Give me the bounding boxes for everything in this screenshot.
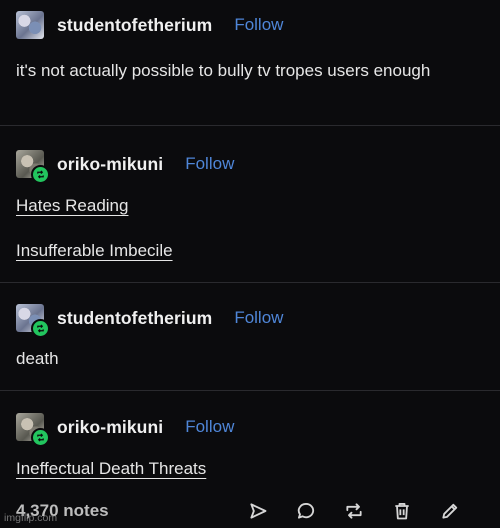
delete-icon[interactable] <box>378 497 426 525</box>
reblog-badge-icon <box>31 319 50 338</box>
avatar[interactable] <box>16 11 44 39</box>
post-header: studentofetherium Follow <box>16 302 283 338</box>
share-icon[interactable] <box>234 497 282 525</box>
tag-link[interactable]: Hates Reading <box>16 196 128 216</box>
follow-button[interactable]: Follow <box>185 417 234 437</box>
reply-icon[interactable] <box>282 497 330 525</box>
post-header: studentofetherium Follow <box>16 9 283 41</box>
follow-button[interactable]: Follow <box>234 308 283 328</box>
reblog-icon[interactable] <box>330 497 378 525</box>
post-header: oriko-mikuni Follow <box>16 148 234 184</box>
post-actions <box>234 497 474 525</box>
reblog-badge-icon <box>31 428 50 447</box>
divider <box>0 282 500 283</box>
follow-button[interactable]: Follow <box>185 154 234 174</box>
watermark: imgflip.com <box>4 512 58 524</box>
reblog-badge-icon <box>31 165 50 184</box>
username[interactable]: oriko-mikuni <box>57 154 163 175</box>
follow-button[interactable]: Follow <box>234 15 283 35</box>
post-body: it's not actually possible to bully tv t… <box>16 61 431 80</box>
tag-link[interactable]: Ineffectual Death Threats <box>16 459 206 479</box>
post-body: death <box>16 349 59 368</box>
edit-icon[interactable] <box>426 497 474 525</box>
tag-link[interactable]: Insufferable Imbecile <box>16 241 173 261</box>
avatar[interactable] <box>16 413 50 447</box>
divider <box>0 390 500 391</box>
username[interactable]: studentofetherium <box>57 15 212 36</box>
avatar[interactable] <box>16 150 50 184</box>
username[interactable]: studentofetherium <box>57 308 212 329</box>
post-footer: 4,370 notes <box>0 495 500 528</box>
divider <box>0 125 500 126</box>
post-header: oriko-mikuni Follow <box>16 411 234 447</box>
username[interactable]: oriko-mikuni <box>57 417 163 438</box>
avatar[interactable] <box>16 304 50 338</box>
